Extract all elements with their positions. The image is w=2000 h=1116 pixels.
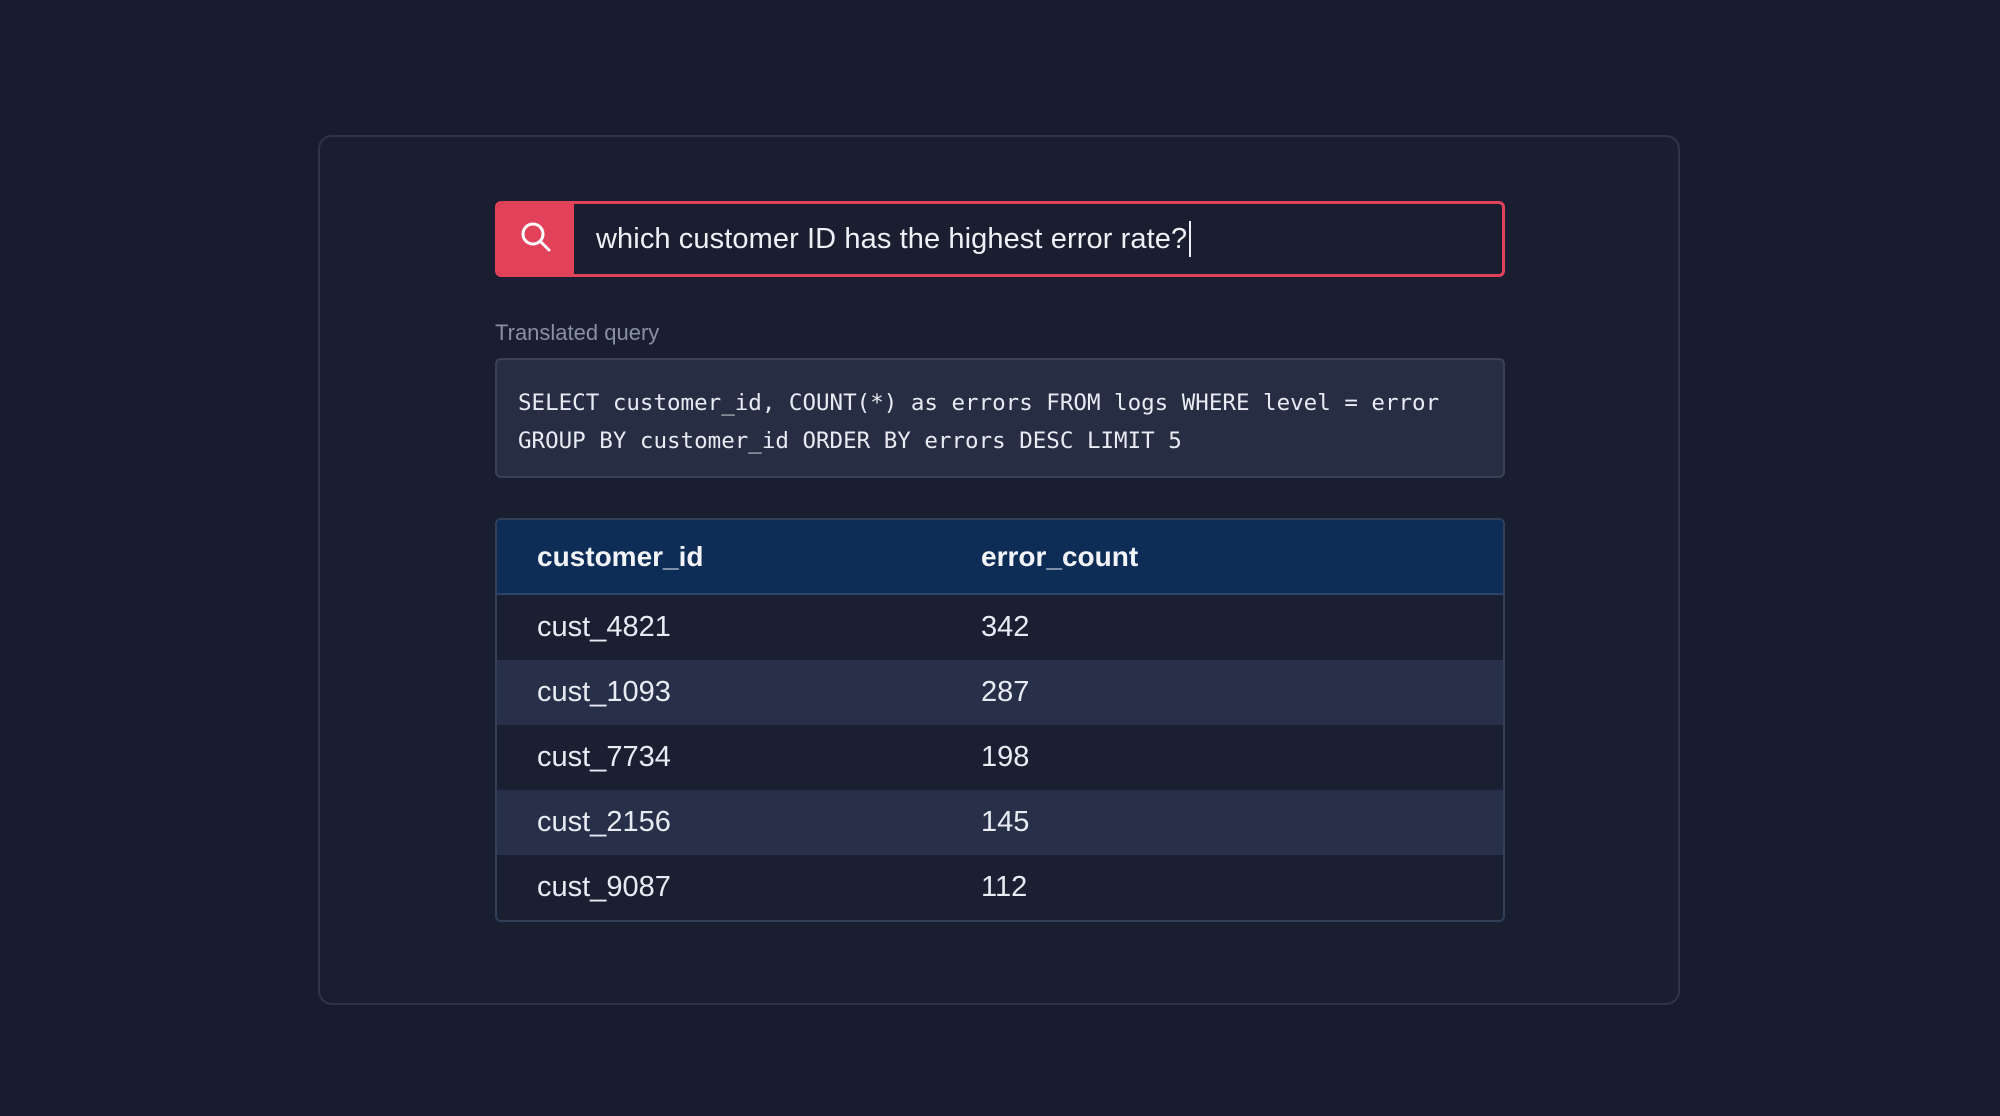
cell-customer-id: cust_4821 xyxy=(537,611,671,643)
results-table: customer_id error_count cust_4821 342 cu… xyxy=(495,518,1505,922)
search-input[interactable]: which customer ID has the highest error … xyxy=(574,204,1502,274)
table-header: customer_id error_count xyxy=(497,520,1503,595)
column-header-customer-id[interactable]: customer_id xyxy=(497,541,981,573)
cell-error-count: 287 xyxy=(981,676,1030,708)
cell-customer-id: cust_9087 xyxy=(537,871,671,903)
search-bar[interactable]: which customer ID has the highest error … xyxy=(495,201,1505,277)
cell-customer-id: cust_7734 xyxy=(537,741,671,773)
column-header-error-count[interactable]: error_count xyxy=(981,541,1503,573)
translated-query-label: Translated query xyxy=(495,320,660,345)
table-row[interactable]: cust_9087 112 xyxy=(497,855,1503,920)
search-button[interactable] xyxy=(498,204,574,274)
search-icon xyxy=(518,219,554,260)
sql-line-1: SELECT customer_id, COUNT(*) as errors F… xyxy=(518,390,1440,416)
text-caret xyxy=(1189,221,1192,257)
table-row[interactable]: cust_2156 145 xyxy=(497,790,1503,855)
search-query-text: which customer ID has the highest error … xyxy=(596,222,1188,255)
table-row[interactable]: cust_1093 287 xyxy=(497,660,1503,725)
cell-error-count: 342 xyxy=(981,611,1030,643)
cell-customer-id: cust_1093 xyxy=(537,676,671,708)
cell-error-count: 198 xyxy=(981,741,1030,773)
cell-error-count: 145 xyxy=(981,806,1030,838)
translated-query-code: SELECT customer_id, COUNT(*) as errors F… xyxy=(495,358,1505,478)
cell-error-count: 112 xyxy=(981,871,1028,903)
sql-line-2: GROUP BY customer_id ORDER BY errors DES… xyxy=(518,428,1182,454)
table-row[interactable]: cust_7734 198 xyxy=(497,725,1503,790)
table-row[interactable]: cust_4821 342 xyxy=(497,595,1503,660)
cell-customer-id: cust_2156 xyxy=(537,806,671,838)
